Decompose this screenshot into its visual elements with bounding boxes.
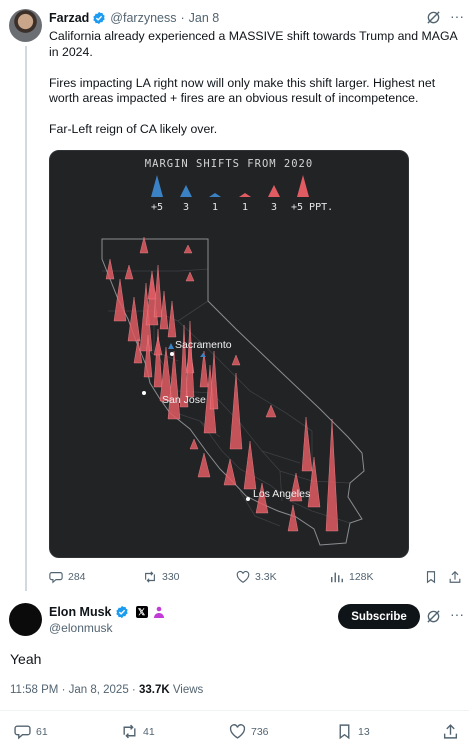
legend-label: +5 — [150, 202, 164, 213]
map-image[interactable]: MARGIN SHIFTS FROM 2020 +5 3 1 1 3 +5 PP… — [49, 150, 409, 558]
city-label-sacramento: Sacramento — [175, 339, 232, 351]
quoted-tweet[interactable]: Farzad @farzyness · Jan 8 ··· California… — [0, 0, 469, 594]
reply-count: 61 — [36, 725, 48, 738]
speech-bubble-icon — [49, 572, 63, 584]
repost-arrows-icon — [145, 571, 155, 583]
share-button[interactable] — [442, 723, 464, 740]
california-outline — [101, 238, 365, 546]
reply-button[interactable]: 61 — [14, 723, 48, 740]
tweet-time[interactable]: 11:58 PM — [10, 684, 58, 696]
tweet-meta: 11:58 PM · Jan 8, 2025 · 33.7K Views — [10, 684, 204, 696]
more-dots-icon[interactable]: ··· — [450, 607, 464, 623]
legend-dem-1 — [209, 193, 221, 197]
main-author[interactable]: Elon Musk 𝕏 — [49, 605, 166, 619]
author-handle[interactable]: @elonmusk — [49, 621, 113, 635]
avatar-elon[interactable] — [9, 603, 42, 636]
avatar-farzad[interactable] — [9, 9, 42, 42]
grok-slash-icon[interactable] — [426, 609, 441, 624]
legend-rep-1 — [239, 193, 251, 197]
like-count: 736 — [251, 725, 269, 738]
bookmark-icon — [426, 571, 436, 584]
views-button[interactable]: 128K — [330, 570, 374, 584]
views-label: Views — [172, 684, 204, 696]
legend-label: 1 — [241, 202, 249, 213]
city-label-san-jose: San Jose — [162, 394, 206, 406]
legend-label: 1 — [211, 202, 219, 213]
subscribe-button[interactable]: Subscribe — [338, 604, 420, 629]
more-dots-icon[interactable]: ··· — [450, 9, 464, 25]
california-map — [101, 175, 365, 546]
repost-button[interactable]: 41 — [121, 723, 155, 740]
bar-chart-icon — [331, 572, 343, 583]
rep-shift-spikes — [105, 236, 339, 532]
bookmark-icon — [339, 724, 350, 740]
author-handle[interactable]: @farzyness — [110, 11, 176, 25]
share-upload-icon — [449, 570, 461, 583]
city-marker-sacramento — [170, 352, 174, 356]
tweet-paragraph: Far-Left reign of CA likely over. — [49, 122, 218, 136]
repost-arrows-icon — [123, 724, 136, 739]
tweet-header: Farzad @farzyness · Jan 8 — [49, 9, 219, 27]
divider — [0, 710, 469, 711]
heart-icon — [236, 570, 250, 583]
view-count: 33.7K — [138, 684, 170, 696]
tweet-text: Yeah — [10, 651, 42, 667]
bookmark-button[interactable] — [424, 570, 443, 584]
like-button[interactable]: 736 — [229, 723, 269, 740]
heart-icon — [229, 724, 246, 739]
legend-label: +5 PPT. — [291, 202, 334, 213]
header-separator: · — [180, 11, 185, 25]
verified-badge-icon — [93, 11, 105, 25]
like-button[interactable]: 3.3K — [236, 570, 277, 584]
view-count: 128K — [349, 571, 374, 583]
share-button[interactable] — [448, 570, 467, 584]
tweet-body: California already experienced a MASSIVE… — [49, 29, 459, 153]
verified-badge-icon — [115, 605, 128, 619]
legend-label: 3 — [270, 202, 278, 213]
author-name[interactable]: Elon Musk — [49, 605, 112, 619]
tweet-date[interactable]: Jan 8 — [189, 11, 220, 25]
legend-rep-5 — [297, 175, 309, 197]
city-marker-san-jose — [142, 391, 146, 395]
thread-connector-line — [25, 46, 27, 591]
tweet-paragraph: California already experienced a MASSIVE… — [49, 29, 458, 59]
tweet-date[interactable]: Jan 8, 2025 — [69, 684, 129, 696]
legend-dem-3 — [180, 185, 192, 197]
like-count: 3.3K — [255, 571, 277, 583]
author-name[interactable]: Farzad — [49, 11, 89, 25]
share-upload-icon — [443, 724, 458, 739]
bookmark-button[interactable]: 13 — [336, 723, 370, 740]
x-affiliate-badge-icon: 𝕏 — [135, 606, 148, 618]
repost-button[interactable]: 330 — [143, 570, 180, 584]
repost-count: 41 — [143, 725, 155, 738]
tweet-paragraph: Fires impacting LA right now will only m… — [49, 75, 436, 106]
city-marker-los-angeles — [246, 497, 250, 501]
city-label-los-angeles: Los Angeles — [253, 488, 311, 500]
repost-count: 330 — [162, 571, 180, 583]
reply-button[interactable]: 284 — [49, 570, 86, 584]
legend-dem-5 — [151, 175, 163, 197]
reply-count: 284 — [68, 571, 86, 583]
grok-slash-icon[interactable] — [426, 10, 441, 25]
legend-rep-3 — [268, 185, 280, 197]
speech-bubble-icon — [14, 725, 31, 740]
legend-glyphs — [151, 175, 309, 197]
legend-label: 3 — [182, 202, 190, 213]
person-tag-icon — [153, 606, 164, 618]
bookmark-count: 13 — [358, 725, 370, 738]
